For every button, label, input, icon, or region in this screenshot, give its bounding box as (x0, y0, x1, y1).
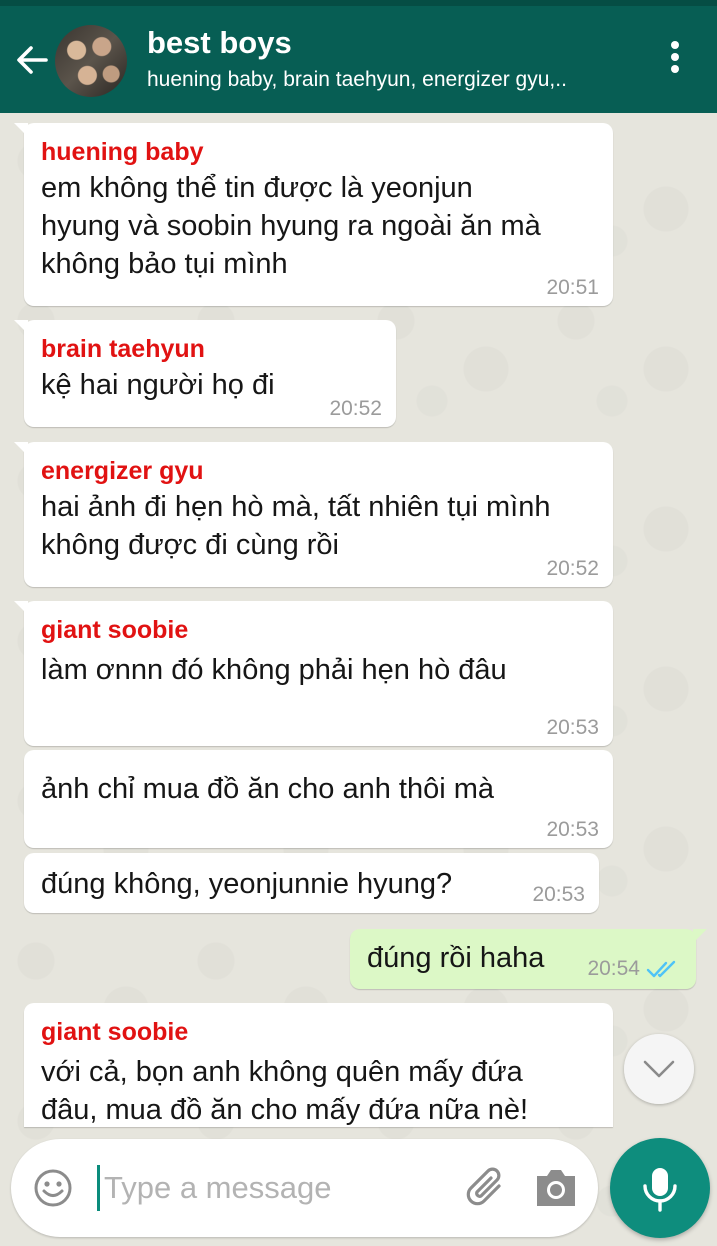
message-bubble[interactable]: energizer gyu hai ảnh đi hẹn hò mà, tất … (14, 442, 613, 587)
message-text: kệ hai người họ đi (41, 366, 379, 404)
message-sender: giant soobie (41, 616, 189, 644)
message-time: 20:53 (546, 818, 599, 841)
message-line: kệ hai người họ đi (41, 369, 275, 401)
message-sender: huening baby (41, 138, 204, 166)
message-line: hyung và soobin hyung ra ngoài ăn mà (41, 210, 541, 242)
message-sender: giant soobie (41, 1018, 189, 1046)
message-time: 20:51 (546, 276, 599, 299)
message-time: 20:52 (329, 397, 382, 420)
emoji-button[interactable] (33, 1168, 73, 1208)
message-line: ảnh chỉ mua đồ ăn cho anh thôi mà (41, 773, 495, 805)
message-text: đúng không, yeonjunnie hyung? (41, 865, 582, 903)
message-time: 20:53 (546, 716, 599, 739)
message-sender: energizer gyu (41, 457, 204, 485)
more-options-button[interactable] (660, 38, 690, 82)
text-caret (97, 1165, 100, 1211)
message-time: 20:54 (587, 957, 640, 980)
chat-members: huening baby, brain taehyun, energizer g… (147, 68, 567, 91)
voice-record-button[interactable] (610, 1138, 710, 1238)
message-line: làm ơnnn đó không phải hẹn hò đâu (41, 654, 507, 686)
message-time: 20:53 (532, 883, 585, 906)
more-vertical-icon (660, 41, 690, 73)
camera-button[interactable] (533, 1166, 579, 1210)
message-line: đâu, mua đồ ăn cho mấy đứa nữa nè! (41, 1094, 529, 1126)
double-check-icon (646, 960, 676, 978)
chevron-down-icon (643, 1060, 675, 1078)
back-arrow-icon (17, 46, 48, 74)
chat-title: best boys (147, 25, 292, 60)
message-bubble[interactable]: brain taehyun kệ hai người họ đi 20:52 (14, 320, 396, 427)
message-text: với cả, bọn anh không quên mấy đứa đâu, … (41, 1053, 596, 1127)
message-input[interactable] (104, 1163, 454, 1213)
message-text: em không thể tin được là yeonjun hyung v… (41, 169, 596, 283)
message-line: em không thể tin được là yeonjun (41, 172, 473, 204)
outgoing-message-bubble[interactable]: đúng rồi haha 20:54 (350, 929, 707, 989)
back-button[interactable] (12, 40, 52, 80)
message-line: không được đi cùng rồi (41, 529, 339, 561)
paperclip-icon (466, 1167, 501, 1206)
message-bubble[interactable]: đúng không, yeonjunnie hyung? 20:53 (24, 853, 599, 913)
message-bubble[interactable]: huening baby em không thể tin được là ye… (14, 123, 613, 306)
attach-button[interactable] (463, 1164, 511, 1212)
message-line: với cả, bọn anh không quên mấy đứa (41, 1056, 523, 1088)
scroll-to-bottom-button[interactable] (624, 1034, 694, 1104)
message-line: đúng không, yeonjunnie hyung? (41, 868, 453, 900)
microphone-icon (643, 1168, 677, 1212)
message-bubble[interactable]: giant soobie làm ơnnn đó không phải hẹn … (14, 601, 613, 746)
message-time: 20:52 (546, 557, 599, 580)
message-bubble[interactable]: ảnh chỉ mua đồ ăn cho anh thôi mà 20:53 (24, 750, 613, 848)
chat-header: best boys huening baby, brain taehyun, e… (0, 6, 717, 113)
group-avatar[interactable] (55, 25, 127, 97)
camera-icon (537, 1170, 575, 1206)
message-text: ảnh chỉ mua đồ ăn cho anh thôi mà (41, 770, 596, 808)
chat-title-block[interactable]: best boys huening baby, brain taehyun, e… (147, 24, 627, 92)
message-sender: brain taehyun (41, 335, 205, 363)
emoji-icon (34, 1169, 72, 1207)
message-text: hai ảnh đi hẹn hò mà, tất nhiên tụi mình… (41, 488, 596, 564)
message-text: làm ơnnn đó không phải hẹn hò đâu (41, 651, 596, 689)
message-line: không bảo tụi mình (41, 248, 288, 280)
message-composer (11, 1139, 598, 1237)
message-bubble[interactable]: giant soobie với cả, bọn anh không quên … (24, 1003, 613, 1127)
message-line: hai ảnh đi hẹn hò mà, tất nhiên tụi mình (41, 491, 551, 523)
